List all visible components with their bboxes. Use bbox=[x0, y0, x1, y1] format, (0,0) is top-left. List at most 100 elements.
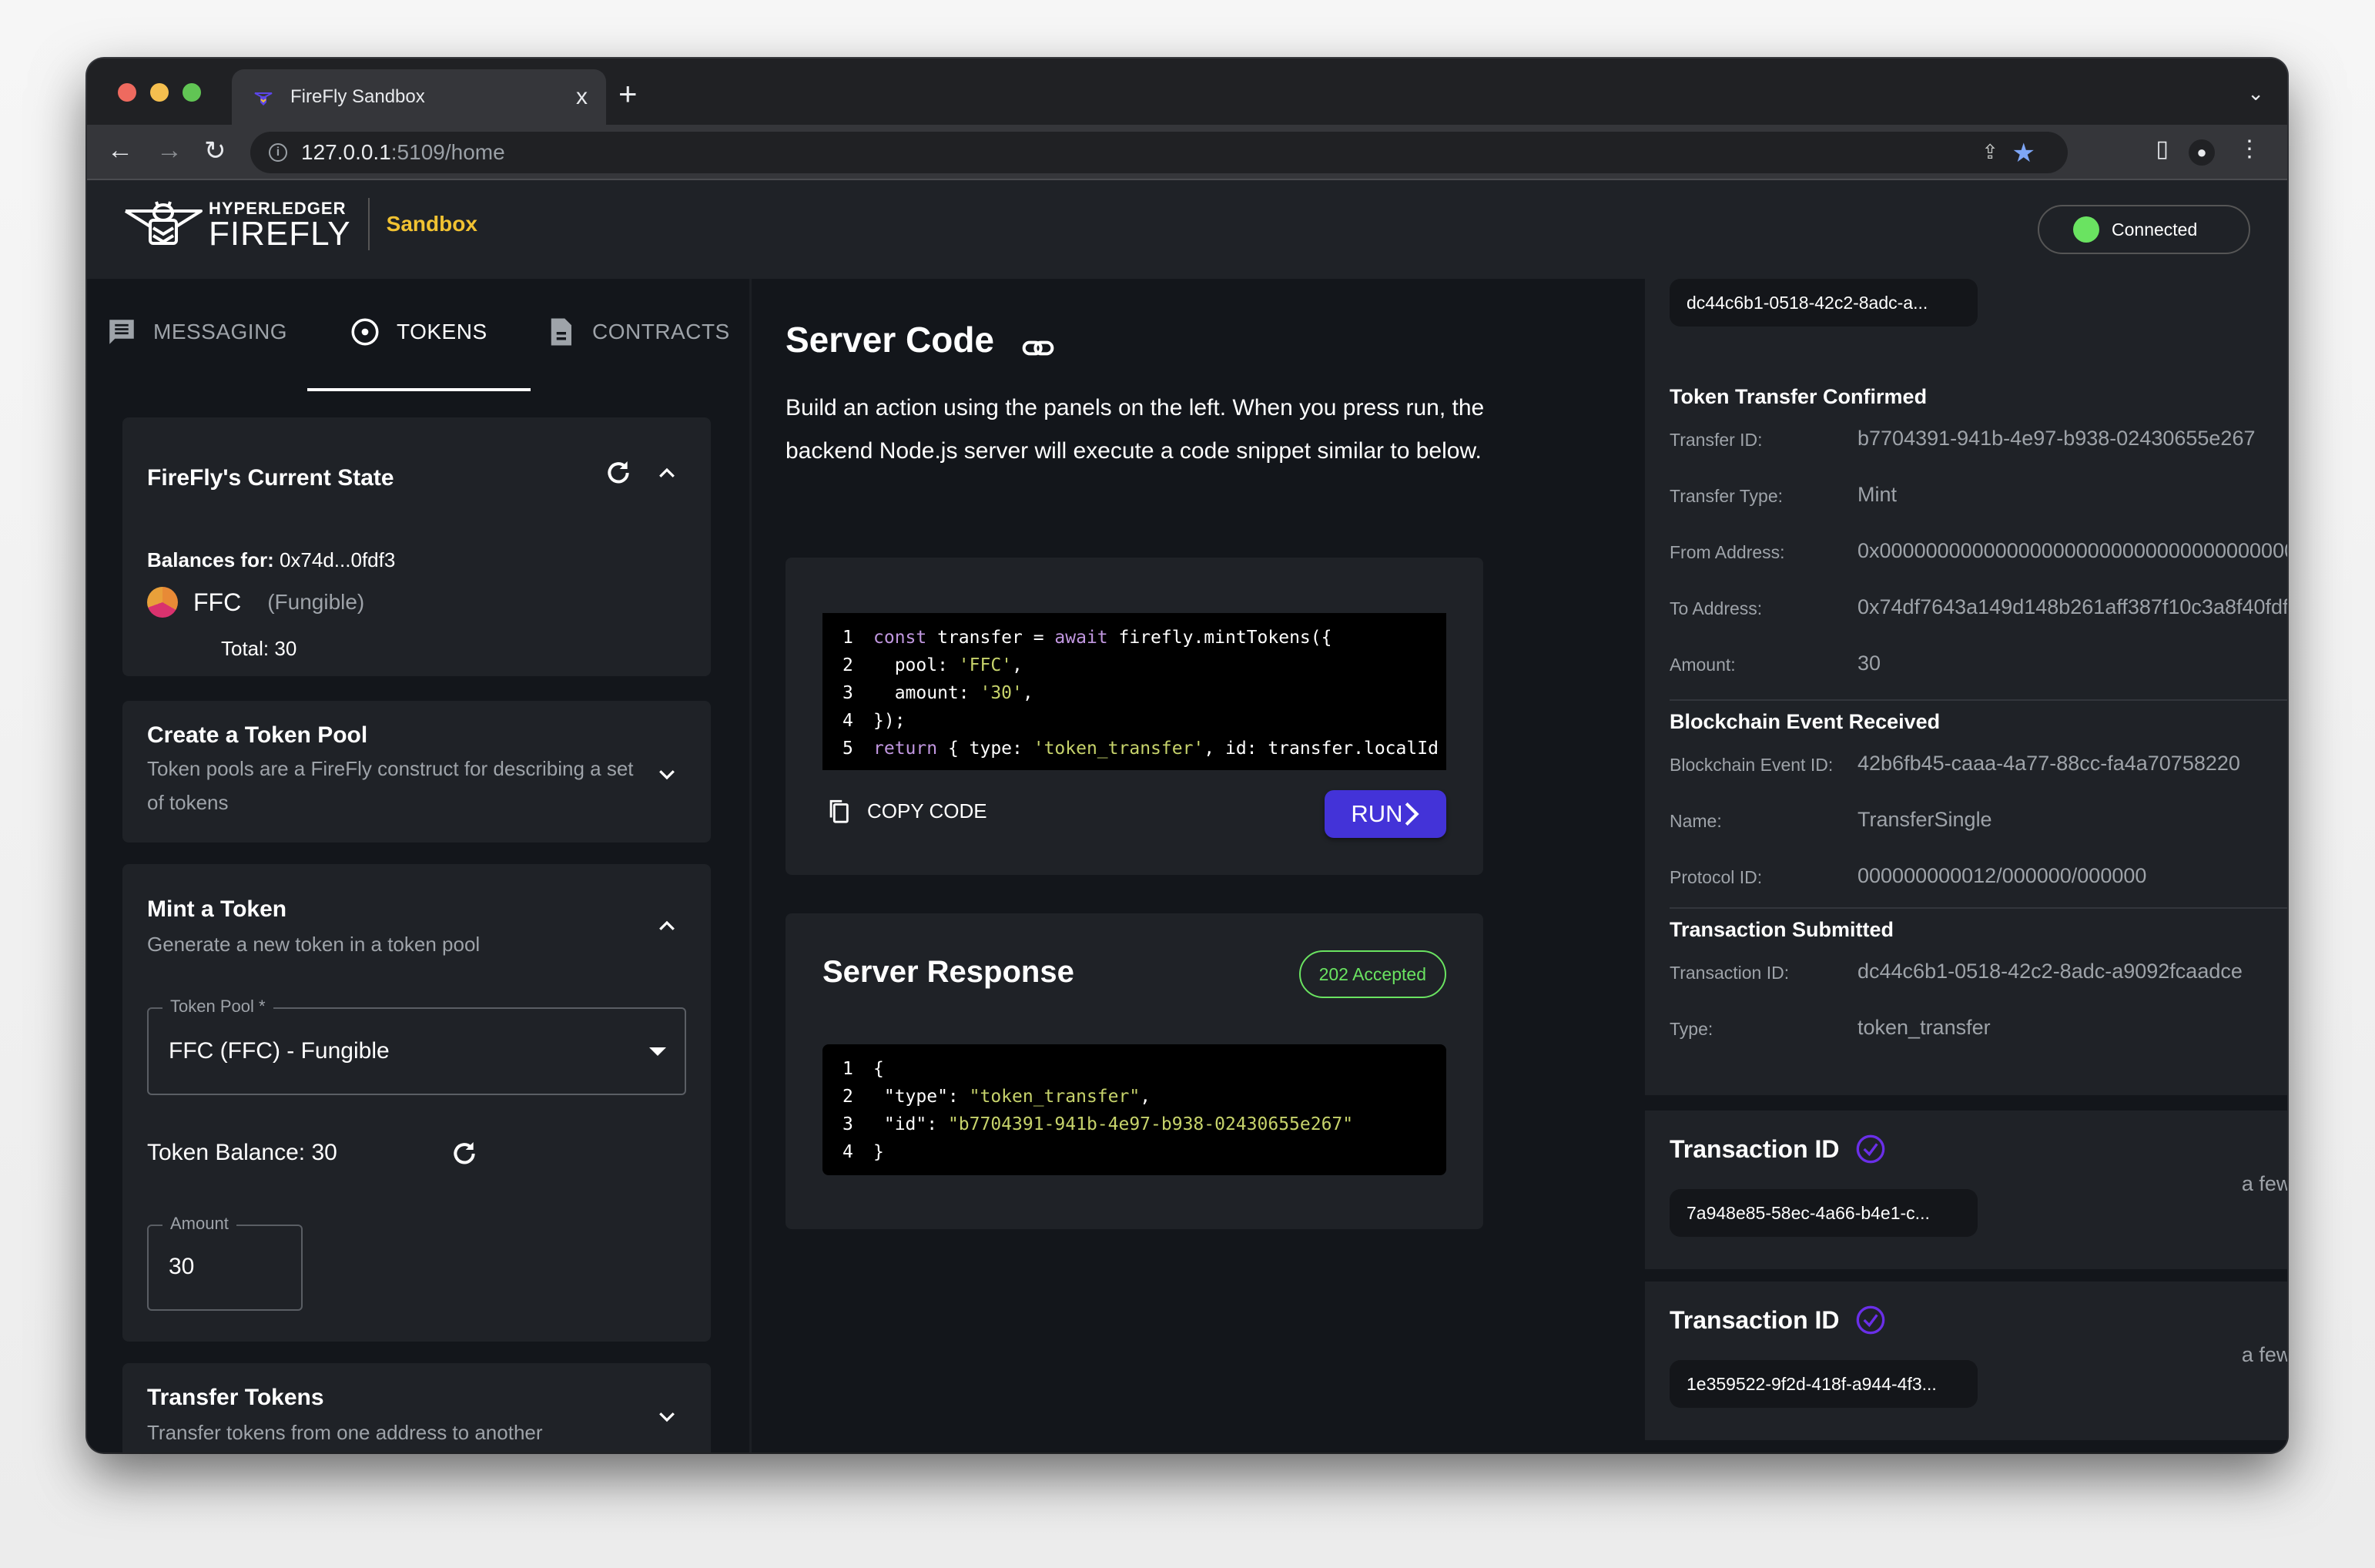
balances-address: 0x74d...0fdf3 bbox=[279, 548, 396, 571]
tab-label: MESSAGING bbox=[153, 320, 288, 343]
transaction-title-text: Transaction ID bbox=[1670, 1134, 1840, 1163]
url-host: 127.0.0.1 bbox=[301, 140, 391, 164]
code-line: 4} bbox=[842, 1138, 1446, 1166]
event-field: Transfer ID: b7704391-941b-4e97-b938-0243… bbox=[1670, 427, 2255, 451]
maximize-window-button[interactable] bbox=[183, 83, 201, 102]
code-text: , bbox=[1140, 1087, 1151, 1107]
code-line: 2 "type": "token_transfer", bbox=[842, 1083, 1446, 1111]
card-description: Generate a new token in a token pool bbox=[147, 933, 481, 956]
link-icon[interactable] bbox=[1021, 331, 1055, 365]
transaction-id-pill[interactable]: 7a948e85-58ec-4a66-b4e1-c... bbox=[1670, 1189, 1978, 1237]
firefly-logo[interactable]: HYPERLEDGER FIREFLY Sandbox bbox=[122, 197, 477, 251]
field-label: Token Pool * bbox=[162, 997, 273, 1017]
tab-close-icon[interactable]: x bbox=[576, 84, 588, 110]
close-window-button[interactable] bbox=[118, 83, 136, 102]
event-field: Blockchain Event ID: 42b6fb45-caaa-4a77-8… bbox=[1670, 752, 2240, 776]
code-text: "id": bbox=[873, 1114, 948, 1134]
code-text: "type": bbox=[873, 1087, 970, 1107]
transaction-title: Transaction ID bbox=[1670, 1134, 1886, 1164]
card-description: Transfer tokens from one address to anot… bbox=[147, 1421, 543, 1444]
server-response-title: Server Response bbox=[822, 955, 1074, 989]
transaction-title: Transaction ID bbox=[1670, 1305, 1886, 1335]
tab-messaging[interactable]: MESSAGING bbox=[106, 316, 287, 348]
url-path: :5109/home bbox=[390, 140, 505, 164]
server-code-title: Server Code bbox=[786, 320, 995, 360]
forward-arrow-icon[interactable]: → bbox=[156, 136, 183, 166]
copy-code-button[interactable]: COPY CODE bbox=[826, 796, 987, 826]
token-name: FFC bbox=[193, 588, 242, 616]
chevron-up-icon[interactable] bbox=[655, 462, 678, 485]
transaction-id-pill[interactable]: 1e359522-9f2d-418f-a944-4f3... bbox=[1670, 1360, 1978, 1408]
field-value: TransferSingle bbox=[1857, 808, 1992, 831]
code-text: amount: bbox=[873, 683, 980, 703]
token-row: FFC (Fungible) bbox=[147, 587, 364, 618]
field-key: Transaction ID: bbox=[1670, 963, 1790, 983]
minimize-window-button[interactable] bbox=[150, 83, 169, 102]
transaction-card[interactable]: Transaction ID 7a948e85-58ec-4a66-b4e1-c… bbox=[1645, 1111, 2287, 1269]
menu-dots-icon[interactable]: ⋮ bbox=[2238, 136, 2261, 162]
share-icon[interactable]: ⇪ bbox=[1981, 140, 1998, 164]
token-pool-select[interactable]: Token Pool * FFC (FFC) - Fungible bbox=[147, 997, 686, 1095]
field-value: 000000000012/000000/000000 bbox=[1857, 864, 2147, 887]
chevron-down-icon[interactable] bbox=[655, 762, 678, 786]
code-text: transfer = bbox=[926, 628, 1055, 648]
code-text: , id: transfer.localId }; bbox=[1204, 739, 1446, 759]
card-title: Transfer Tokens bbox=[147, 1385, 324, 1410]
balances-for: Balances for: 0x74d...0fdf3 bbox=[147, 548, 395, 572]
code-keyword: await bbox=[1054, 628, 1108, 648]
back-arrow-icon[interactable]: ← bbox=[107, 136, 133, 166]
refresh-icon[interactable] bbox=[603, 457, 634, 488]
event-divider bbox=[1670, 699, 2287, 701]
copy-icon bbox=[829, 799, 849, 823]
event-field: Name: TransferSingle bbox=[1670, 808, 1992, 832]
server-pane: Server Code Build an action using the pa… bbox=[752, 279, 1645, 1452]
balances-label: Balances for: bbox=[147, 548, 274, 571]
tab-search-chevron-icon[interactable]: ⌄ bbox=[2247, 82, 2264, 106]
response-block: 1{2 "type": "token_transfer", 3 "id": "b7… bbox=[822, 1044, 1446, 1175]
new-tab-button[interactable]: + bbox=[618, 75, 638, 112]
sidebar-icon[interactable]: ▯ bbox=[2156, 136, 2169, 162]
tab-contracts[interactable]: CONTRACTS bbox=[544, 316, 730, 348]
line-number: 3 bbox=[842, 1114, 853, 1134]
browser-toolbar: ← → ↻ i 127.0.0.1:5109/home ⇪ ★ ▯ ● ⋮ bbox=[87, 125, 2287, 180]
tab-tokens[interactable]: TOKENS bbox=[349, 316, 487, 348]
chevron-down-icon[interactable] bbox=[655, 1405, 678, 1428]
connection-status-button[interactable]: Connected bbox=[2038, 205, 2250, 254]
field-key: Transfer ID: bbox=[1670, 430, 1763, 450]
code-line: 1{ bbox=[842, 1055, 1446, 1083]
event-title: Blockchain Event Received bbox=[1670, 710, 1941, 733]
transaction-card[interactable]: Transaction ID 1e359522-9f2d-418f-a944-4… bbox=[1645, 1282, 2287, 1440]
token-balance: Token Balance: 30 bbox=[147, 1140, 337, 1165]
token-total: Total: 30 bbox=[221, 637, 297, 660]
event-stream-pane: dc44c6b1-0518-42c2-8adc-a... ⌄ Token Tra… bbox=[1645, 279, 2287, 1452]
code-line: 1 const transfer = await firefly.mintToke… bbox=[842, 624, 1446, 652]
profile-icon[interactable]: ● bbox=[2189, 139, 2215, 166]
amount-input[interactable]: Amount 30 bbox=[147, 1214, 303, 1311]
dropdown-caret-icon bbox=[649, 1047, 666, 1056]
chevron-right-icon bbox=[1405, 802, 1419, 826]
field-key: To Address: bbox=[1670, 598, 1763, 618]
card-description: Token pools are a FireFly construct for … bbox=[147, 757, 634, 814]
transfer-tokens-card[interactable]: Transfer Tokens Transfer tokens from one… bbox=[122, 1363, 711, 1452]
info-icon[interactable]: i bbox=[269, 143, 287, 162]
status-badge: 202 Accepted bbox=[1298, 950, 1446, 998]
chevron-up-icon[interactable] bbox=[655, 915, 678, 938]
run-button[interactable]: RUN bbox=[1325, 790, 1446, 838]
reload-icon[interactable]: ↻ bbox=[204, 136, 226, 166]
browser-tab[interactable]: FireFly Sandbox x bbox=[232, 69, 606, 125]
copy-code-label: COPY CODE bbox=[867, 799, 987, 823]
logo-divider bbox=[367, 198, 370, 250]
status-dot-icon bbox=[2073, 216, 2099, 243]
transaction-id-pill[interactable]: dc44c6b1-0518-42c2-8adc-a... bbox=[1670, 279, 1978, 327]
code-string: "b7704391-941b-4e97-b938-02430655e267" bbox=[947, 1114, 1354, 1134]
bookmark-star-icon[interactable]: ★ bbox=[2012, 138, 2035, 169]
refresh-icon[interactable] bbox=[449, 1138, 480, 1169]
app-header: HYPERLEDGER FIREFLY Sandbox Connected bbox=[87, 180, 2287, 279]
address-bar[interactable]: i 127.0.0.1:5109/home ⇪ ★ bbox=[250, 132, 2068, 173]
nav-tabs: MESSAGING TOKENS CONTRACTS bbox=[87, 279, 749, 394]
line-number: 2 bbox=[842, 1087, 853, 1107]
field-value: 0x74df7643a149d148b261aff387f10c3a8f40fd… bbox=[1857, 595, 2287, 618]
create-token-pool-card[interactable]: Create a Token Pool Token pools are a Fi… bbox=[122, 701, 711, 843]
line-number: 3 bbox=[842, 683, 853, 703]
code-line: 5 return { type: 'token_transfer', id: tr… bbox=[842, 735, 1446, 762]
